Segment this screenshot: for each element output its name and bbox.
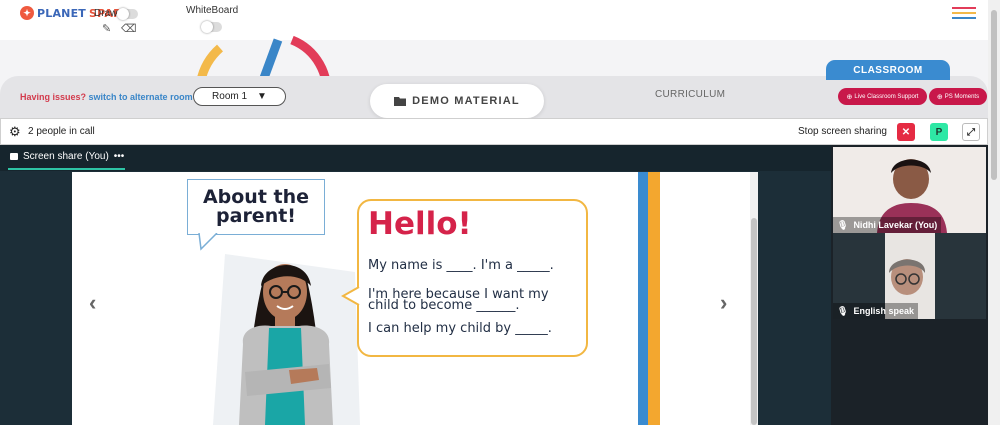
alternate-room-link[interactable]: switch to alternate room bbox=[89, 92, 193, 102]
slide-scrollbar-thumb[interactable] bbox=[751, 218, 757, 425]
logo-word-planet: PLANET bbox=[37, 6, 87, 20]
demo-material-button[interactable]: DEMO MATERIAL bbox=[370, 84, 544, 118]
microphone-icon: 🎙 bbox=[837, 219, 849, 230]
screen-share-tab-label: Screen share (You) bbox=[23, 151, 109, 162]
participant-name-2: English speak bbox=[853, 306, 914, 316]
participant-name-1: Nidhi Lavekar (You) bbox=[853, 220, 938, 230]
slide-line-name: My name is ____. I'm a _____. bbox=[368, 258, 554, 273]
ps-moments-label: PS Moments bbox=[944, 93, 980, 100]
room-select-value: Room 1 bbox=[212, 91, 248, 102]
plus-circle-icon: ⊕ bbox=[936, 93, 943, 101]
about-parent-bubble: About the parent! bbox=[187, 179, 325, 235]
screen-share-icon bbox=[10, 153, 18, 160]
hello-bubble-tail bbox=[341, 286, 360, 306]
gear-icon[interactable]: ⚙ bbox=[9, 124, 21, 140]
whiteboard-toggle[interactable] bbox=[201, 21, 222, 33]
logo-mark-icon: ✦ bbox=[20, 6, 34, 20]
microphone-icon: 🎙 bbox=[837, 305, 849, 316]
stop-screen-sharing-label[interactable]: Stop screen sharing bbox=[798, 126, 887, 137]
ps-moments-button[interactable]: ⊕ PS Moments bbox=[929, 88, 987, 105]
demo-material-label: DEMO MATERIAL bbox=[412, 95, 520, 107]
prev-slide-icon[interactable]: ‹ bbox=[89, 290, 96, 316]
people-in-call: 2 people in call bbox=[28, 126, 95, 137]
participant-label-1: 🎙 Nidhi Lavekar (You) bbox=[833, 217, 942, 233]
whiteboard-label: WhiteBoard bbox=[186, 5, 239, 16]
folder-icon bbox=[394, 97, 407, 106]
parent-photo bbox=[213, 254, 360, 425]
slide-blue-stripe bbox=[638, 172, 648, 425]
about-parent-line2: parent! bbox=[216, 205, 296, 227]
classroom-tab[interactable]: CLASSROOM bbox=[826, 60, 950, 80]
more-options-icon[interactable]: ••• bbox=[114, 151, 125, 162]
participant-tile-1[interactable]: 🎙 Nidhi Lavekar (You) bbox=[833, 147, 986, 233]
screen-share-tab[interactable]: Screen share (You) ••• bbox=[10, 151, 124, 162]
participant-label-2: 🎙 English speak bbox=[833, 303, 918, 319]
fullscreen-icon[interactable]: ⤢ bbox=[962, 123, 980, 141]
curriculum-tab[interactable]: CURRICULUM bbox=[655, 89, 725, 100]
eraser-icon[interactable]: ⌫ bbox=[121, 22, 137, 35]
slide-orange-stripe bbox=[648, 172, 660, 425]
plus-circle-icon: ⊕ bbox=[846, 93, 853, 101]
page-scrollbar-thumb[interactable] bbox=[991, 10, 997, 180]
participant-avatar[interactable]: P bbox=[930, 123, 948, 141]
menu-icon[interactable] bbox=[952, 7, 976, 22]
draw-label: Draw bbox=[94, 8, 118, 19]
issues-notice: Having issues? switch to alternate room bbox=[20, 92, 193, 102]
top-bar bbox=[0, 0, 988, 40]
slide-line-help: I can help my child by _____. bbox=[368, 321, 552, 336]
issues-text: Having issues? bbox=[20, 92, 87, 102]
draw-toggle[interactable] bbox=[117, 8, 138, 20]
active-tab-indicator bbox=[8, 168, 125, 170]
caret-down-icon: ▼ bbox=[257, 91, 267, 102]
call-header: ⚙ 2 people in call Stop screen sharing ✕… bbox=[0, 118, 988, 145]
room-select[interactable]: Room 1 ▼ bbox=[193, 87, 286, 106]
live-support-button[interactable]: ⊕ Live Classroom Support bbox=[838, 88, 927, 105]
hello-heading: Hello! bbox=[368, 206, 472, 242]
participant-tile-2[interactable]: 🎙 English speak bbox=[833, 233, 986, 319]
slide-line-because-2: child to become ______. bbox=[368, 298, 520, 313]
live-support-label: Live Classroom Support bbox=[854, 93, 919, 100]
pencil-icon[interactable]: ✎ bbox=[102, 22, 111, 35]
slide-canvas: About the parent! Hello! My name is ____… bbox=[72, 172, 758, 425]
classroom-label: CLASSROOM bbox=[853, 64, 923, 76]
next-slide-icon[interactable]: › bbox=[720, 290, 727, 316]
stop-share-close-icon[interactable]: ✕ bbox=[897, 123, 915, 141]
